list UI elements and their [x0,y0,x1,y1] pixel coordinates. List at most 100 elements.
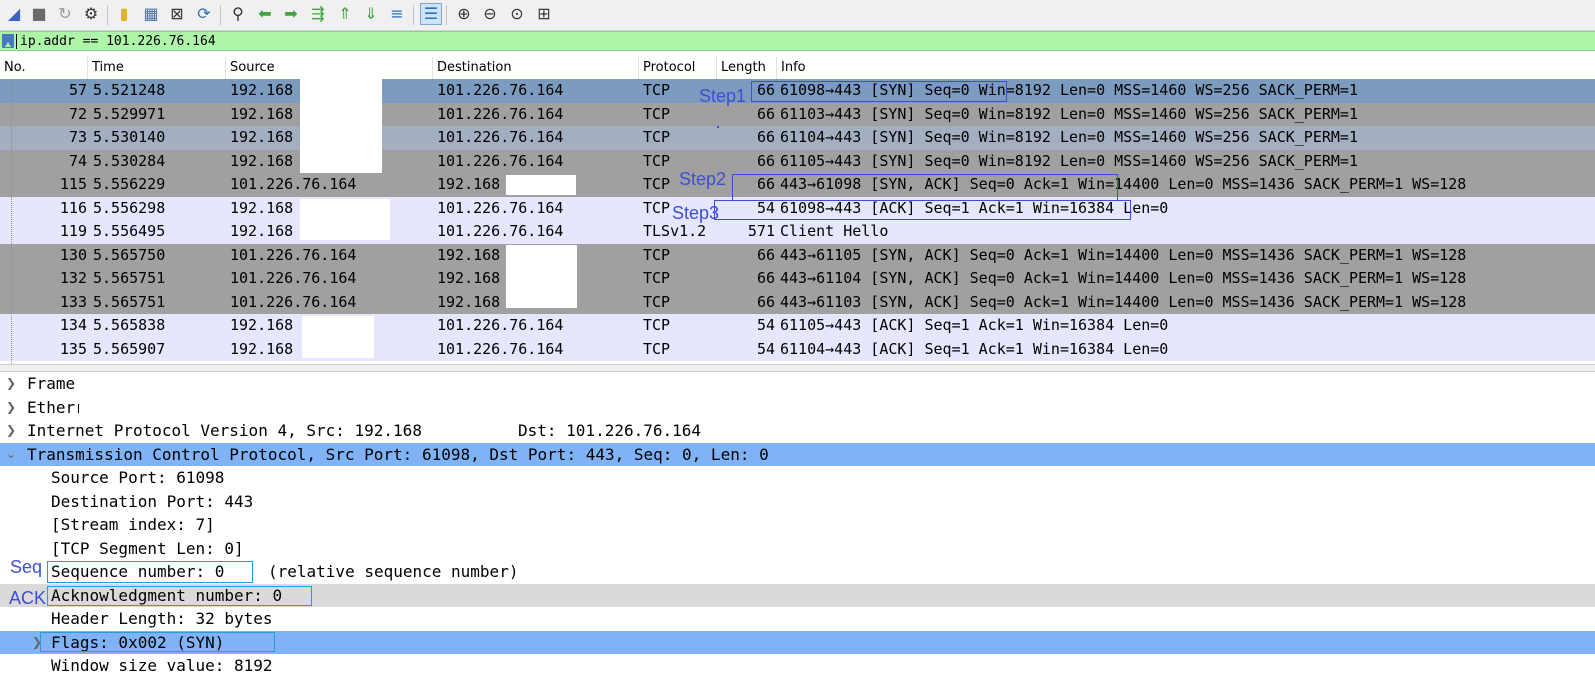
step3-highlight-box [714,200,1131,220]
display-filter-bar[interactable]: ip.addr == 101.226.76.164 [0,31,1595,51]
tree-item-tcp[interactable]: ⌄ Transmission Control Protocol, Src Por… [0,442,1595,467]
tree-item-label: Frame [27,374,76,393]
packet-source: 192.168 [230,81,294,99]
pane-splitter[interactable] [0,364,1595,372]
packet-row[interactable]: 133 5.565751 101.226.76.164 192.168 TCP 66 443… [0,290,1595,314]
packet-protocol: TCP [643,128,671,146]
packet-row[interactable]: 74 5.530284 192.168 101.226.76.164 TCP 66 6110… [0,149,1595,173]
packet-row[interactable]: 130 5.565750 101.226.76.164 192.168 TCP 66 443… [0,243,1595,267]
field-label: Source Port: 61098 [51,468,225,487]
packet-protocol: TCP [643,175,671,193]
packet-destination: 101.226.76.164 [437,198,564,217]
packet-info: 61104→443 [ACK] Seq=1 Ack=1 Win=16384 Le… [780,339,1169,358]
packet-time: 5.530284 [93,151,166,170]
redaction-patch [300,79,382,173]
packet-length: 571 [747,222,775,240]
colorize-icon[interactable]: ☰ [420,3,442,25]
packet-row[interactable]: 73 5.530140 192.168 101.226.76.164 TCP 66 6110… [0,126,1595,150]
column-header-time[interactable]: Time [88,57,226,79]
toolbar-separator [413,5,414,25]
capture-options-gear-icon[interactable]: ⚙ [80,3,102,25]
packet-info: 61104→443 [SYN] Seq=0 Win=8192 Len=0 MSS… [780,128,1358,146]
packet-destination: 101.226.76.164 [437,104,564,123]
column-header-length[interactable]: Length [717,57,777,79]
resize-columns-icon[interactable]: ⊞ [533,3,555,25]
column-header-protocol[interactable]: Protocol [639,57,717,79]
packet-protocol: TCP [643,81,671,99]
field-header-length[interactable]: Header Length: 32 bytes [0,607,1595,631]
tree-item-ip[interactable]: ❯ Internet Protocol Version 4, Src: 192.… [0,419,1595,443]
expand-chevron-right-icon[interactable]: ❯ [6,372,16,396]
column-header-info[interactable]: Info [777,57,1595,79]
packet-info: 61105→443 [SYN] Seq=0 Win=8192 Len=0 MSS… [780,151,1358,170]
packet-number: 132 [59,269,87,287]
packet-row[interactable]: 72 5.529971 192.168 101.226.76.164 TCP 66 6110… [0,102,1595,126]
packet-destination: 101.226.76.164 [437,316,564,334]
packet-protocol: TCP [643,269,671,287]
first-packet-icon[interactable]: ⇑ [334,3,356,25]
packet-destination: 192.168 [437,175,501,193]
shark-fin-start-icon[interactable]: ◢ [3,3,25,25]
packet-destination: 101.226.76.164 [437,151,564,170]
column-header-source[interactable]: Source [226,57,433,79]
field-window-size[interactable]: Window size value: 8192 [0,654,1595,678]
redaction-patch [79,372,1008,418]
packet-row[interactable]: 132 5.565751 101.226.76.164 192.168 TCP 66 443… [0,267,1595,291]
find-packet-icon[interactable]: ⚲ [227,3,249,25]
display-filter-input[interactable]: ip.addr == 101.226.76.164 [20,33,216,50]
expand-chevron-right-icon[interactable]: ❯ [6,396,16,420]
packet-row[interactable]: 119 5.556495 192.168 101.226.76.164 TLSv1.2 5… [0,220,1595,244]
packet-source: 192.168 [230,104,294,123]
packet-info: 443→61105 [SYN, ACK] Seq=0 Ack=1 Win=144… [780,245,1467,264]
reload-file-icon[interactable]: ⟳ [193,3,215,25]
packet-row[interactable]: 135 5.565907 192.168 101.226.76.164 TCP 54 611… [0,337,1595,361]
packet-row[interactable]: 134 5.565838 192.168 101.226.76.164 TCP 54 611… [0,314,1595,338]
packet-number: 72 [68,104,87,123]
normal-size-icon[interactable]: ⊙ [506,3,528,25]
column-header-no[interactable]: No. [0,57,88,79]
column-header-destination[interactable]: Destination [433,57,639,79]
toolbar-separator [446,5,447,25]
packet-number: 119 [59,222,87,240]
packet-info: 443→61104 [SYN, ACK] Seq=0 Ack=1 Win=144… [780,269,1467,287]
text-caret [16,34,17,49]
field-source-port[interactable]: Source Port: 61098 [0,466,1595,490]
field-segment-len[interactable]: [TCP Segment Len: 0] [0,537,1595,561]
go-back-icon[interactable]: ⬅ [254,3,276,25]
close-file-icon[interactable]: ⊠ [166,3,188,25]
packet-source: 101.226.76.164 [230,269,357,287]
packet-destination: 101.226.76.164 [437,81,564,99]
packet-number: 74 [68,151,87,170]
zoom-out-icon[interactable]: ⊖ [479,3,501,25]
packet-time: 5.565751 [93,292,166,311]
packet-time: 5.530140 [93,128,166,146]
stop-square-icon[interactable]: ■ [28,3,50,25]
packet-info: 61103→443 [SYN] Seq=0 Win=8192 Len=0 MSS… [780,104,1358,123]
field-stream-index[interactable]: [Stream index: 7] [0,513,1595,537]
expand-chevron-right-icon[interactable]: ❯ [6,419,16,443]
packet-length: 66 [756,128,775,146]
packet-source: 101.226.76.164 [230,292,357,311]
step3-label: Step3 [672,203,720,223]
packet-time: 5.556495 [93,222,166,240]
tree-item-label: Internet Protocol Version 4, Src: 192.16… [27,421,422,440]
packet-source: 192.168 [230,198,294,217]
open-file-icon[interactable]: ▮ [113,3,135,25]
save-file-icon[interactable]: ▦ [140,3,162,25]
last-packet-icon[interactable]: ⇓ [360,3,382,25]
packet-time: 5.565838 [93,316,166,334]
go-forward-icon[interactable]: ➡ [280,3,302,25]
packet-destination: 192.168 [437,269,501,287]
restart-fin-icon[interactable]: ↻ [54,3,76,25]
go-to-packet-icon[interactable]: ⇶ [307,3,329,25]
autoscroll-icon[interactable]: ≡ [386,3,408,25]
step2-highlight-box [732,174,1118,201]
annotation-dot [717,126,719,128]
field-destination-port[interactable]: Destination Port: 443 [0,490,1595,514]
zoom-in-icon[interactable]: ⊕ [453,3,475,25]
packet-time: 5.565907 [93,339,166,358]
bookmark-icon[interactable] [2,34,14,48]
expand-chevron-down-icon[interactable]: ⌄ [6,443,16,467]
packet-number: 73 [68,128,87,146]
packet-info: 443→61103 [SYN, ACK] Seq=0 Ack=1 Win=144… [780,292,1467,311]
